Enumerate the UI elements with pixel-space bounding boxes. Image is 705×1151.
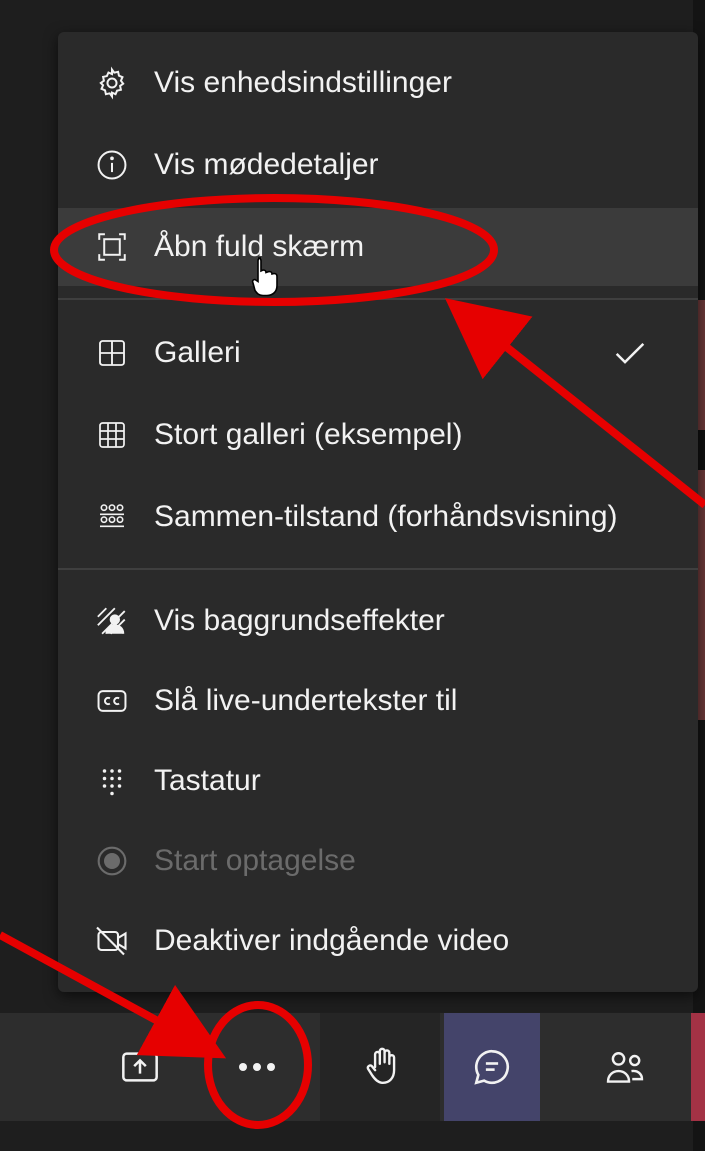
- captions-icon: [94, 683, 130, 719]
- checkmark-icon: [610, 333, 650, 373]
- menu-item-together-mode[interactable]: Sammen-tilstand (forhåndsvisning): [58, 478, 698, 556]
- menu-item-device-settings[interactable]: Vis enhedsindstillinger: [58, 44, 698, 122]
- menu-item-label: Start optagelse: [154, 844, 356, 877]
- chat-icon: [471, 1046, 513, 1088]
- menu-item-meeting-details[interactable]: Vis mødedetaljer: [58, 126, 698, 204]
- menu-item-gallery[interactable]: Galleri: [58, 314, 698, 392]
- menu-item-label: Vis enhedsindstillinger: [154, 66, 452, 99]
- menu-separator: [58, 298, 698, 300]
- gear-icon: [94, 65, 130, 101]
- menu-item-fullscreen[interactable]: Åbn fuld skærm: [58, 208, 698, 286]
- fullscreen-icon: [94, 229, 130, 265]
- gallery-icon: [94, 335, 130, 371]
- menu-item-large-gallery[interactable]: Stort galleri (eksempel): [58, 396, 698, 474]
- menu-item-label: Vis baggrundseffekter: [154, 604, 445, 637]
- menu-item-label: Slå live-undertekster til: [154, 684, 458, 717]
- menu-item-label: Galleri: [154, 336, 241, 369]
- share-tray-icon: [120, 1050, 160, 1084]
- people-button[interactable]: [580, 1013, 670, 1121]
- more-actions-menu: Vis enhedsindstillinger Vis mødedetaljer…: [58, 32, 698, 992]
- menu-item-disable-incoming-video[interactable]: Deaktiver indgående video: [58, 902, 698, 980]
- more-actions-icon: [237, 1061, 277, 1073]
- share-button[interactable]: [95, 1013, 185, 1121]
- menu-item-background-effects[interactable]: Vis baggrundseffekter: [58, 582, 698, 660]
- menu-item-live-captions[interactable]: Slå live-undertekster til: [58, 662, 698, 740]
- chat-button[interactable]: [444, 1013, 540, 1121]
- info-icon: [94, 147, 130, 183]
- video-off-icon: [94, 923, 130, 959]
- menu-item-label: Åbn fuld skærm: [154, 230, 365, 263]
- more-actions-button[interactable]: [212, 1013, 302, 1121]
- call-toolbar: [0, 1013, 705, 1121]
- menu-separator: [58, 568, 698, 570]
- together-mode-icon: [94, 499, 130, 535]
- menu-item-label: Deaktiver indgående video: [154, 924, 510, 957]
- raise-hand-icon: [364, 1046, 402, 1088]
- menu-item-label: Vis mødedetaljer: [154, 148, 379, 181]
- dialpad-icon: [94, 763, 130, 799]
- background-effects-icon: [94, 603, 130, 639]
- people-icon: [604, 1047, 646, 1087]
- menu-item-label: Tastatur: [154, 764, 261, 797]
- menu-item-label: Sammen-tilstand (forhåndsvisning): [154, 500, 618, 533]
- menu-item-start-recording: Start optagelse: [58, 822, 698, 900]
- raise-hand-button[interactable]: [338, 1013, 428, 1121]
- menu-item-label: Stort galleri (eksempel): [154, 418, 463, 451]
- record-icon: [94, 843, 130, 879]
- large-gallery-icon: [94, 417, 130, 453]
- menu-item-dialpad[interactable]: Tastatur: [58, 742, 698, 820]
